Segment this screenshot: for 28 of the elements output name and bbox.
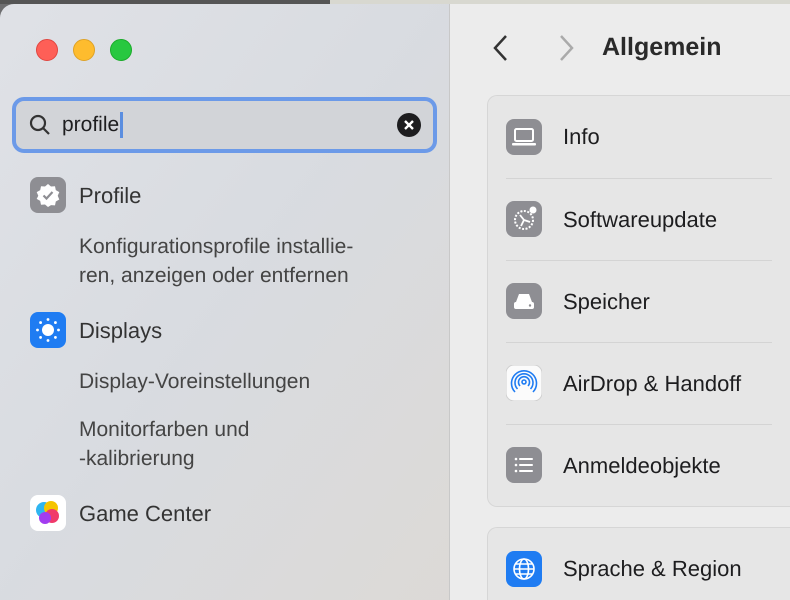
close-button[interactable] <box>36 39 58 61</box>
search-field[interactable]: profile <box>12 97 437 153</box>
result-item[interactable]: Konfigurationsprofile installie- ren, anzeigen oder entfernen <box>79 232 449 290</box>
settings-row[interactable]: AirDrop & Handoff <box>506 342 772 424</box>
gear-icon <box>506 201 542 237</box>
sun-icon <box>30 312 66 348</box>
result-heading[interactable]: Game Center <box>30 495 449 531</box>
badge-check-icon <box>30 177 66 213</box>
clear-icon[interactable] <box>397 113 421 137</box>
search-icon <box>28 113 52 137</box>
page-title: Allgemein <box>602 32 722 63</box>
settings-row[interactable]: Anmeldeobjekte <box>506 424 772 506</box>
result-item[interactable]: Monitorfarben und -kalibrierung <box>79 415 449 473</box>
settings-row[interactable]: Speicher <box>506 260 772 342</box>
result-heading[interactable]: Profile <box>30 177 449 213</box>
drive-icon <box>506 283 542 319</box>
result-item[interactable]: Display-Voreinstellungen <box>79 367 449 396</box>
zoom-button[interactable] <box>110 39 132 61</box>
list-icon <box>506 447 542 483</box>
laptop-icon <box>506 118 542 154</box>
settings-row[interactable]: Info <box>506 96 772 178</box>
minimize-button[interactable] <box>73 39 95 61</box>
result-heading[interactable]: Displays <box>30 312 449 348</box>
airdrop-icon <box>506 365 542 401</box>
globe-icon <box>506 550 542 586</box>
bubbles-icon <box>30 495 66 531</box>
settings-row[interactable]: Softwareupdate <box>506 178 772 260</box>
settings-row[interactable]: Sprache & Region <box>506 528 772 600</box>
